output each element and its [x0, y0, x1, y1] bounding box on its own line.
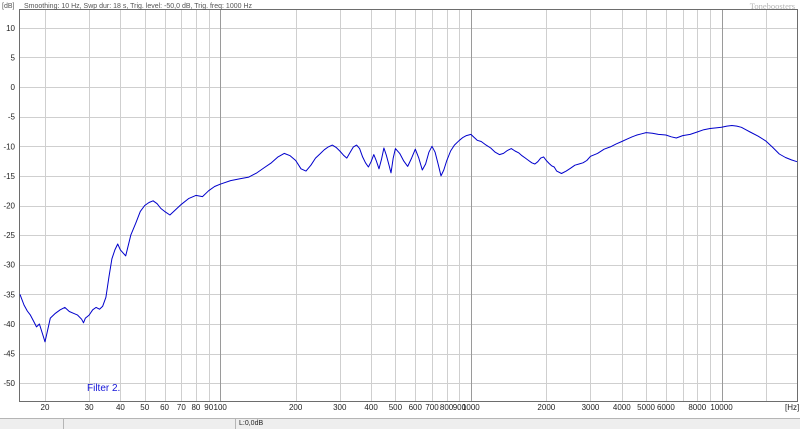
- status-cell-1: [0, 419, 64, 429]
- x-tick-label: 700: [425, 403, 439, 412]
- filter-label: Filter 2.: [87, 383, 120, 394]
- status-level: L:0,0dB: [239, 420, 264, 427]
- x-tick-label: 600: [409, 403, 423, 412]
- x-tick-label: 70: [177, 403, 186, 412]
- x-tick-label: 300: [333, 403, 347, 412]
- y-tick-label: 10: [6, 24, 15, 33]
- x-tick-label: 60: [160, 403, 169, 412]
- x-tick-label: 4000: [613, 403, 631, 412]
- y-tick-label: -35: [3, 290, 15, 299]
- chart: 1050-5-10-15-20-25-30-35-40-45-50 20 30 40…: [0, 0, 800, 418]
- x-tick-label: 2000: [537, 403, 555, 412]
- x-tick-label: 3000: [582, 403, 600, 412]
- x-tick-label: 20: [41, 403, 50, 412]
- y-tick-label: -10: [3, 142, 15, 151]
- y-tick-label: -15: [3, 172, 15, 181]
- status-bar: L:0,0dB: [0, 418, 800, 429]
- y-axis-unit: [dB]: [2, 3, 15, 10]
- brand-watermark: Toneboosters: [750, 1, 795, 11]
- x-tick-label: 800: [440, 403, 454, 412]
- x-tick-label: 40: [116, 403, 125, 412]
- y-tick-label: -45: [3, 350, 15, 359]
- status-cell-2: [64, 419, 236, 429]
- y-tick-label: 0: [11, 83, 16, 92]
- y-tick-label: -50: [3, 379, 15, 388]
- x-tick-label: 80: [191, 403, 200, 412]
- x-tick-label: 100: [214, 403, 228, 412]
- x-tick-label: 400: [364, 403, 378, 412]
- x-tick-label: 500: [389, 403, 403, 412]
- y-tick-label: -5: [8, 113, 16, 122]
- x-tick-label: 8000: [688, 403, 706, 412]
- y-tick-label: -20: [3, 202, 15, 211]
- y-tick-label: -25: [3, 231, 15, 240]
- x-tick-label: 90: [204, 403, 213, 412]
- x-tick-label: 200: [289, 403, 303, 412]
- y-tick-label: -40: [3, 320, 15, 329]
- x-tick-label: 30: [85, 403, 94, 412]
- x-tick-label: 6000: [657, 403, 675, 412]
- y-tick-label: -30: [3, 261, 15, 270]
- x-tick-label: 1000: [462, 403, 480, 412]
- measurement-settings: Smoothing: 10 Hz, Swp dur: 18 s, Trig. l…: [24, 3, 252, 10]
- x-tick-label: 50: [140, 403, 149, 412]
- x-tick-label: 10000: [710, 403, 733, 412]
- y-tick-label: 5: [11, 53, 16, 62]
- x-tick-label: 5000: [637, 403, 655, 412]
- x-axis-unit: [Hz]: [785, 403, 799, 412]
